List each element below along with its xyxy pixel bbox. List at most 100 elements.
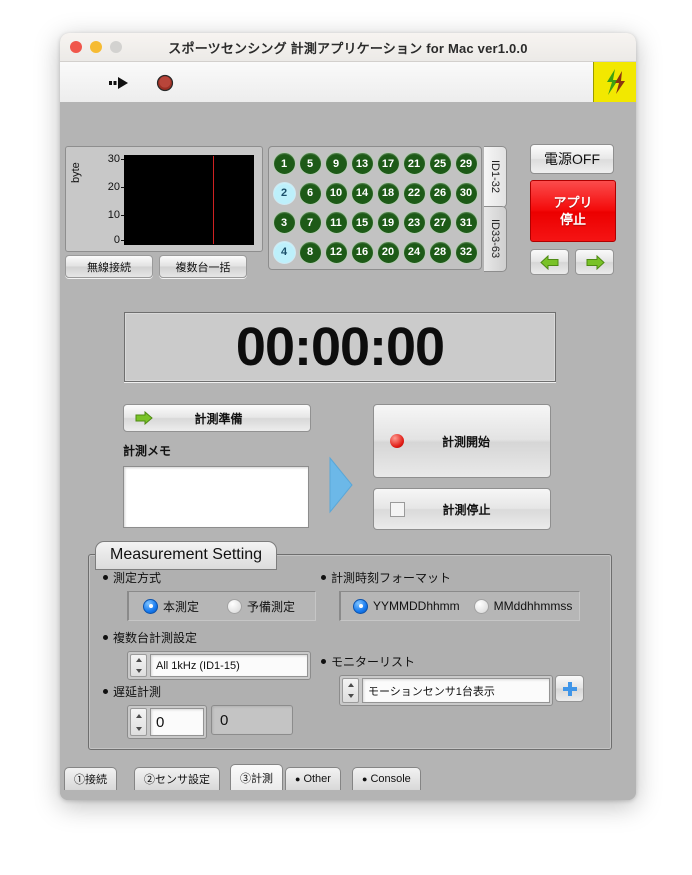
sensor-id-tab-label: ID33-63	[489, 219, 501, 259]
left-button-row: 無線接続 複数台一括	[65, 255, 247, 278]
chart-y-axis-label: byte	[70, 162, 82, 183]
sensor-node-24[interactable]: 24	[402, 240, 426, 264]
sensor-id-tab-33-63[interactable]: ID33-63	[484, 206, 507, 272]
sensor-node-18[interactable]: 18	[376, 181, 400, 205]
delay-stepper[interactable]	[130, 708, 147, 736]
sensor-node-16[interactable]: 16	[350, 240, 374, 264]
radio-button-icon[interactable]	[353, 598, 368, 614]
sensor-node-28[interactable]: 28	[428, 240, 452, 264]
multi-device-stepper[interactable]	[130, 654, 147, 677]
radio-yymmddhhmm[interactable]: YYMMDDhhmm	[353, 598, 460, 614]
sensor-node-12[interactable]: 12	[324, 240, 348, 264]
measurement-prepare-button[interactable]: 計測準備	[123, 404, 311, 432]
delay-value-combo[interactable]: 0	[127, 705, 207, 739]
delay-value-1[interactable]: 0	[150, 708, 204, 736]
bullet-icon	[103, 575, 108, 580]
radio-button-icon[interactable]	[143, 598, 158, 614]
sensor-node-32[interactable]: 32	[454, 240, 478, 264]
sensor-grid[interactable]: 1 5 9 13 17 21 25 29 2 6 10 14 18 22 26 30 3 7 11 15 19 23 27 3…	[268, 146, 482, 270]
stepper-up-icon[interactable]	[347, 682, 354, 687]
radio-button-icon[interactable]	[227, 598, 243, 614]
stepper-up-icon[interactable]	[135, 713, 142, 718]
stepper-down-icon[interactable]	[347, 694, 354, 699]
bottom-tab-2[interactable]: ②センサ設定	[134, 767, 220, 790]
bottom-tab-4[interactable]: ● Other	[285, 767, 341, 790]
sensor-id-range-tabs: ID1-32 ID33-63	[484, 146, 507, 272]
measurement-start-button[interactable]: 計測開始	[373, 404, 551, 478]
sensor-node-22[interactable]: 22	[402, 181, 426, 205]
radio-yobisokutei[interactable]: 予備測定	[227, 598, 295, 615]
bottom-tab-label: ③計測	[240, 772, 273, 785]
sensor-node-6[interactable]: 6	[298, 181, 322, 205]
sensor-node-25[interactable]: 25	[428, 152, 452, 176]
bottom-tab-5[interactable]: ● Console	[352, 767, 421, 790]
app-stop-button[interactable]: アプリ 停止	[530, 180, 616, 242]
recording-led-icon	[390, 434, 404, 448]
sensor-node-17[interactable]: 17	[376, 152, 400, 176]
add-monitor-button[interactable]	[555, 675, 584, 702]
bottom-tab-label: ①接続	[74, 774, 107, 786]
measurement-setting-panel: 測定方式 本測定 予備測定 複数台計測設定 All 1kHz (ID1-15) …	[88, 554, 612, 750]
sensor-node-2[interactable]: 2	[272, 181, 296, 205]
power-off-button[interactable]: 電源OFF	[530, 144, 614, 174]
measurement-method-label: 測定方式	[113, 571, 162, 585]
multi-device-batch-button[interactable]: 複数台一括	[159, 255, 247, 278]
sensor-node-23[interactable]: 23	[402, 211, 426, 235]
monitor-list-title: モニターリスト	[321, 653, 415, 670]
measurement-stop-button[interactable]: 計測停止	[373, 488, 551, 530]
monitor-list-stepper[interactable]	[342, 678, 359, 703]
bottom-tab-1[interactable]: ①接続	[64, 767, 117, 790]
sensor-node-19[interactable]: 19	[376, 211, 400, 235]
radio-button-icon[interactable]	[473, 598, 489, 614]
run-arrow-icon[interactable]	[108, 72, 130, 94]
sensor-node-5[interactable]: 5	[298, 152, 322, 176]
sensor-node-10[interactable]: 10	[324, 181, 348, 205]
sensor-node-3[interactable]: 3	[272, 211, 296, 235]
stepper-up-icon[interactable]	[135, 658, 142, 663]
sensor-node-1[interactable]: 1	[272, 152, 296, 176]
bullet-icon	[103, 689, 108, 694]
monitor-list-combo[interactable]: モーションセンサ1台表示	[339, 675, 553, 706]
measurement-setting-tab[interactable]: Measurement Setting	[95, 541, 278, 570]
bottom-tab-3[interactable]: ③計測	[230, 764, 283, 790]
stop-circle-icon[interactable]	[154, 72, 176, 94]
sensor-node-7[interactable]: 7	[298, 211, 322, 235]
monitor-list-value[interactable]: モーションセンサ1台表示	[362, 678, 550, 703]
radio-label: 本測定	[163, 599, 200, 614]
sensor-node-31[interactable]: 31	[454, 211, 478, 235]
delay-value-2: 0	[211, 705, 293, 735]
radio-honsokutei[interactable]: 本測定	[143, 598, 199, 615]
sensor-node-15[interactable]: 15	[350, 211, 374, 235]
measurement-method-title: 測定方式	[103, 569, 161, 586]
sensor-node-29[interactable]: 29	[454, 152, 478, 176]
sensor-node-8[interactable]: 8	[298, 240, 322, 264]
sensor-node-11[interactable]: 11	[324, 211, 348, 235]
chart-cursor-line	[213, 156, 214, 244]
sensor-node-14[interactable]: 14	[350, 181, 374, 205]
stop-checkbox-icon[interactable]	[390, 501, 405, 517]
bottom-tab-bar: ①接続 ②センサ設定 ③計測 ● Other ● Console	[60, 764, 636, 790]
sensor-node-9[interactable]: 9	[324, 152, 348, 176]
sensor-node-4[interactable]: 4	[272, 240, 296, 264]
sensor-node-20[interactable]: 20	[376, 240, 400, 264]
timer-value: 00:00:00	[235, 317, 445, 377]
arrow-left-icon[interactable]	[530, 249, 569, 275]
stepper-down-icon[interactable]	[135, 726, 142, 731]
sensor-node-27[interactable]: 27	[428, 211, 452, 235]
sensor-node-13[interactable]: 13	[350, 152, 374, 176]
radio-label: 予備測定	[247, 599, 296, 614]
app-stop-label-line2: 停止	[559, 212, 586, 227]
measurement-memo-input[interactable]	[123, 466, 309, 528]
wireless-connect-button[interactable]: 無線接続	[65, 255, 153, 278]
sensor-node-30[interactable]: 30	[454, 181, 478, 205]
multi-device-value[interactable]: All 1kHz (ID1-15)	[150, 654, 308, 677]
plus-icon	[562, 681, 577, 696]
multi-device-combo[interactable]: All 1kHz (ID1-15)	[127, 651, 311, 680]
sensor-node-21[interactable]: 21	[402, 152, 426, 176]
sensor-id-tab-1-32[interactable]: ID1-32	[484, 146, 507, 208]
radio-label: MMddhhmmss	[493, 599, 573, 613]
stepper-down-icon[interactable]	[135, 668, 142, 673]
sensor-node-26[interactable]: 26	[428, 181, 452, 205]
radio-mmddhhmmss[interactable]: MMddhhmmss	[473, 598, 573, 614]
arrow-right-icon[interactable]	[575, 249, 614, 275]
